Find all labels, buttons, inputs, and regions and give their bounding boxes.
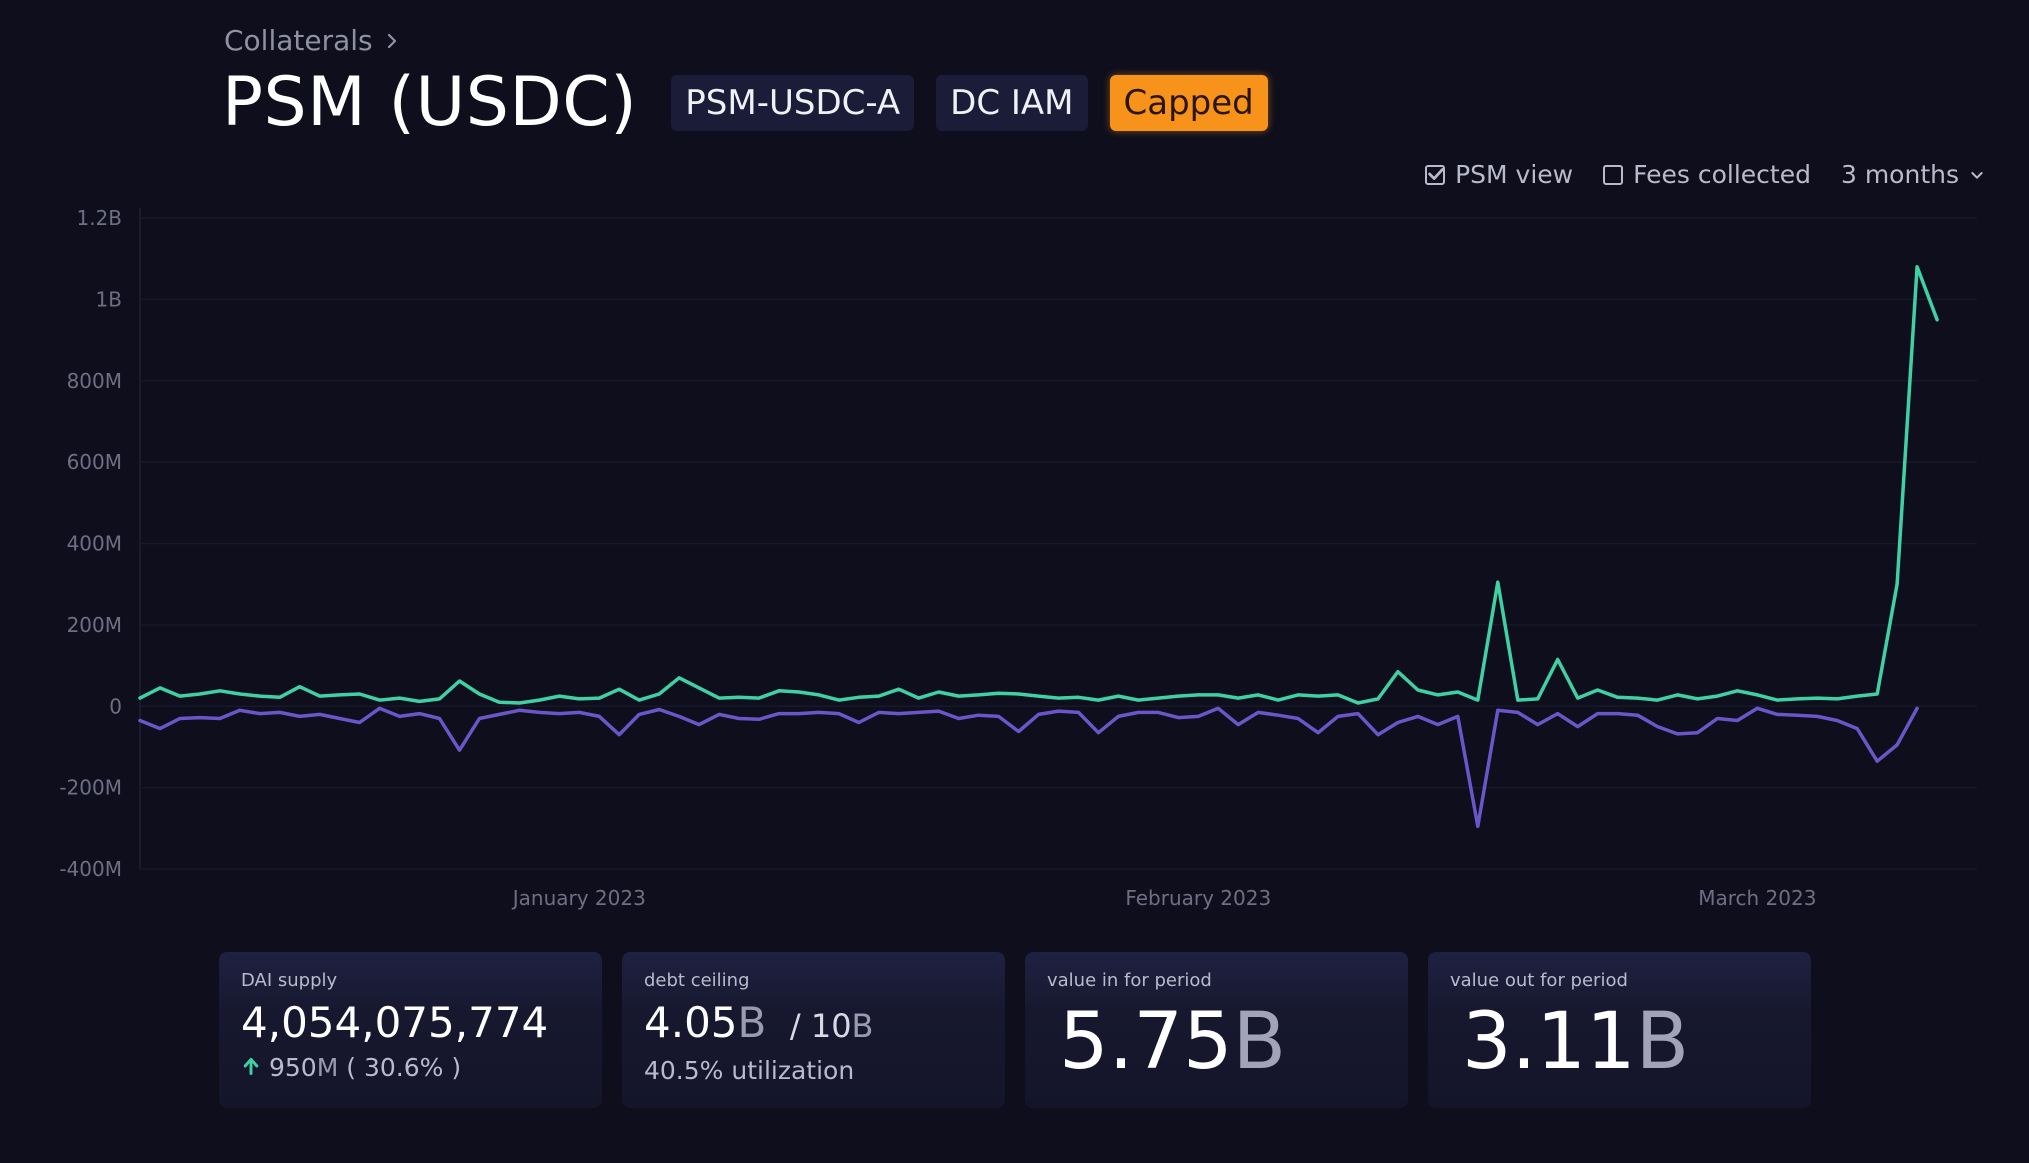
breadcrumb[interactable]: Collaterals [224, 24, 401, 57]
fees-collected-label[interactable]: Fees collected [1633, 160, 1811, 189]
page: Collaterals PSM (USDC) PSM-USDC-A DC IAM… [0, 0, 2029, 1163]
value-in-label: value in for period [1047, 970, 1212, 991]
change-value: 950 [269, 1053, 317, 1082]
dai-supply-value: 4,054,075,774 [241, 998, 549, 1047]
y-tick-label: 0 [109, 694, 122, 718]
value-out-value: 3.11B [1450, 997, 1789, 1087]
psm-flow-chart: 1.2B 1B 800M 600M 400M 200M 0 -200M -400M January… [59, 206, 1977, 910]
checkbox-unchecked-icon[interactable] [1603, 164, 1624, 185]
breadcrumb-label[interactable]: Collaterals [224, 24, 373, 57]
chevron-down-icon[interactable] [1969, 160, 1985, 189]
tag-ilk: PSM-USDC-A [671, 75, 915, 131]
debt-ceiling-label: debt ceiling [644, 970, 750, 991]
dai-supply-label: DAI supply [241, 970, 338, 991]
debt-ceiling-value: 4.05B / 10B [644, 999, 983, 1050]
y-tick-label: 1.2B [76, 206, 122, 230]
debt-ceiling-card: debt ceiling 4.05B / 10B 40.5% utilizati… [622, 952, 1005, 1108]
y-tick-label: -400M [59, 857, 122, 881]
y-tick-label: 200M [67, 613, 122, 637]
stat-cards: DAI supply 4,054,075,774 950M ( 30.6% ) … [219, 952, 1811, 1108]
debt-value-unit: B [737, 998, 767, 1047]
chevron-right-icon [383, 24, 401, 57]
y-tick-label: -200M [59, 776, 122, 800]
debt-total-num: 10 [810, 1007, 852, 1045]
y-tick-label: 800M [67, 369, 122, 393]
psm-view-label[interactable]: PSM view [1455, 160, 1573, 189]
value-out-card: value out for period 3.11B [1428, 952, 1811, 1108]
utilization-text: 40.5% utilization [644, 1056, 855, 1085]
value-in-num: 5.75 [1059, 997, 1233, 1087]
chart-controls: PSM view Fees collected 3 months [1425, 160, 1985, 189]
debt-ceiling-total: / 10B [780, 1007, 874, 1045]
y-tick-label: 400M [67, 532, 122, 556]
x-tick-label: March 2023 [1698, 886, 1816, 910]
value-out-num: 3.11 [1462, 997, 1636, 1087]
debt-total-unit: B [851, 1007, 874, 1045]
checkbox-checked-icon[interactable] [1425, 164, 1446, 185]
value-in-unit: B [1232, 997, 1287, 1087]
value-out-label: value out for period [1450, 970, 1628, 991]
change-percent: ( 30.6% ) [346, 1053, 462, 1082]
period-select[interactable]: 3 months [1841, 160, 1985, 189]
series-line-inflow [138, 265, 1939, 705]
debt-separator: / [789, 1007, 801, 1045]
psm-view-toggle[interactable]: PSM view [1425, 160, 1573, 189]
y-tick-label: 600M [67, 450, 122, 474]
tag-dc-iam: DC IAM [936, 75, 1088, 131]
debt-value-num: 4.05 [644, 998, 738, 1047]
value-in-card: value in for period 5.75B [1025, 952, 1408, 1108]
fees-collected-toggle[interactable]: Fees collected [1603, 160, 1811, 189]
value-out-unit: B [1635, 997, 1690, 1087]
x-tick-label: February 2023 [1125, 886, 1271, 910]
page-title: PSM (USDC) [222, 63, 638, 142]
change-unit: M [316, 1053, 339, 1082]
value-in-value: 5.75B [1047, 997, 1386, 1087]
dai-supply-card: DAI supply 4,054,075,774 950M ( 30.6% ) [219, 952, 602, 1108]
x-tick-label: January 2023 [511, 886, 646, 910]
status-badge-capped: Capped [1109, 75, 1268, 131]
period-select-value[interactable]: 3 months [1841, 160, 1959, 189]
series-line-outflow [138, 706, 1919, 829]
title-row: PSM (USDC) PSM-USDC-A DC IAM Capped [222, 62, 1268, 144]
y-tick-label: 1B [96, 287, 122, 311]
arrow-up-icon [241, 1053, 261, 1082]
dai-supply-change: 950M ( 30.6% ) [241, 1053, 580, 1082]
